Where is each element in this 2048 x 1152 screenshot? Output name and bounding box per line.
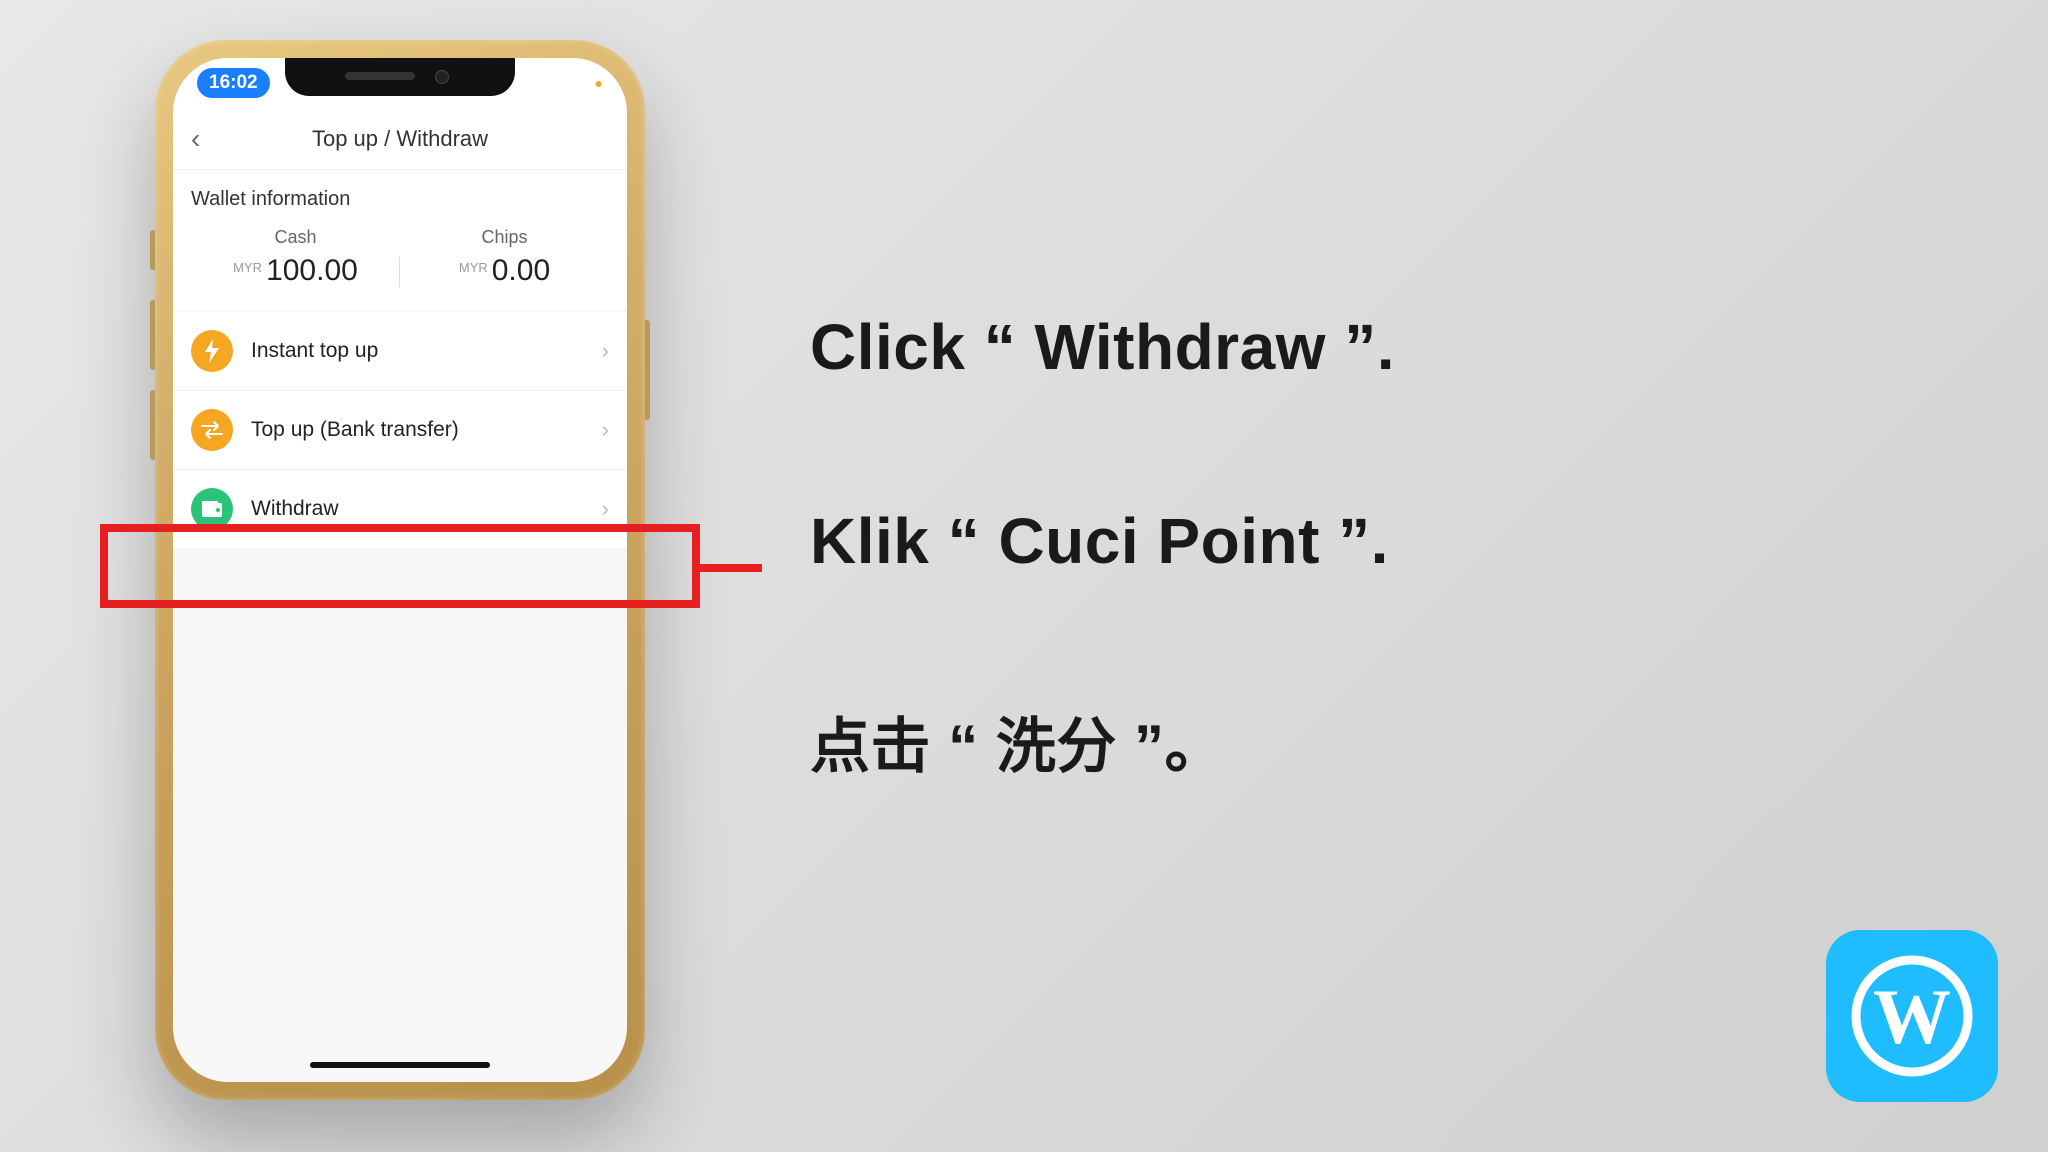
instruction-cn: 点击 “ 洗分 ”。 (810, 698, 1395, 785)
chevron-right-icon: › (602, 338, 609, 364)
chips-currency: MYR (459, 260, 488, 275)
page-title: Top up / Withdraw (173, 126, 627, 152)
balance-chips-label: Chips (400, 227, 609, 248)
app-logo: W (1826, 930, 1998, 1102)
home-indicator (310, 1062, 490, 1068)
app-header: ‹ Top up / Withdraw (173, 108, 627, 170)
chevron-right-icon: › (602, 417, 609, 443)
wallet-heading: Wallet information (191, 188, 609, 211)
instructions: Click “ Withdraw ”. Klik “ Cuci Point ”.… (810, 310, 1395, 905)
phone-notch (285, 58, 515, 96)
cash-currency: MYR (233, 260, 262, 275)
balance-cash: Cash MYR 100.00 (191, 227, 400, 288)
status-right-icons: ● (595, 75, 603, 91)
instruction-en: Click “ Withdraw ”. (810, 310, 1395, 384)
status-time: 16:02 (197, 68, 270, 98)
menu-instant-topup-label: Instant top up (251, 339, 602, 363)
menu-bank-transfer[interactable]: Top up (Bank transfer) › (173, 391, 627, 470)
transfer-icon (191, 409, 233, 451)
menu-instant-topup[interactable]: Instant top up › (173, 312, 627, 391)
highlight-connector (700, 564, 762, 572)
balance-chips: Chips MYR 0.00 (400, 227, 609, 288)
phone-screen: 16:02 ● ‹ Top up / Withdraw Wallet infor… (173, 58, 627, 1082)
chips-amount: 0.00 (492, 254, 550, 288)
back-icon[interactable]: ‹ (191, 123, 200, 155)
lightning-icon (191, 330, 233, 372)
logo-w-icon: W (1847, 951, 1977, 1081)
wallet-info-section: Wallet information Cash MYR 100.00 Chips… (173, 170, 627, 310)
balance-cash-label: Cash (191, 227, 400, 248)
phone-mockup: 16:02 ● ‹ Top up / Withdraw Wallet infor… (155, 40, 645, 1100)
menu-list: Instant top up › Top up (Bank transfer) … (173, 312, 627, 548)
svg-text:W: W (1873, 973, 1951, 1060)
menu-bank-transfer-label: Top up (Bank transfer) (251, 418, 602, 442)
instruction-ms: Klik “ Cuci Point ”. (810, 504, 1395, 578)
chevron-right-icon: › (602, 496, 609, 522)
menu-withdraw[interactable]: Withdraw › (173, 470, 627, 548)
menu-withdraw-label: Withdraw (251, 497, 602, 521)
wallet-icon (191, 488, 233, 530)
wallet-balances: Cash MYR 100.00 Chips MYR 0.00 (191, 227, 609, 288)
cash-amount: 100.00 (266, 254, 358, 288)
